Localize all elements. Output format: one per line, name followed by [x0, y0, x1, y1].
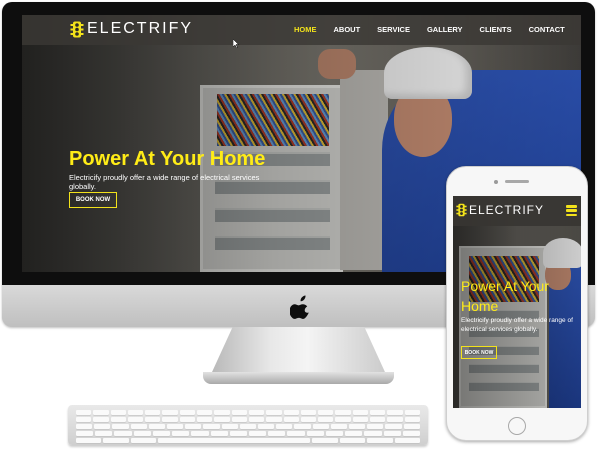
- device-mockup-stage: ELECTRIFY HOME ABOUT SERVICE GALLERY CLI…: [0, 0, 600, 450]
- brand-logo[interactable]: ELECTRIFY: [70, 20, 193, 38]
- nav-item-home[interactable]: HOME: [294, 25, 317, 34]
- mobile-website-screen: ELECTRIFY Power At Your Home Electricify…: [453, 196, 581, 408]
- nav-item-about[interactable]: ABOUT: [334, 25, 361, 34]
- nav-item-service[interactable]: SERVICE: [377, 25, 410, 34]
- keyboard-row: [76, 438, 421, 443]
- mobile-book-now-button[interactable]: BOOK NOW: [461, 346, 497, 359]
- nav-item-gallery[interactable]: GALLERY: [427, 25, 463, 34]
- keyboard-row: [76, 417, 420, 422]
- mobile-brand-name: ELECTRIFY: [469, 203, 545, 217]
- mobile-hero-description: Electricify proudly offer a wide range o…: [461, 317, 573, 333]
- keyboard-row: [76, 424, 420, 429]
- nav-item-contact[interactable]: CONTACT: [529, 25, 565, 34]
- hero-title: Power At Your Home: [69, 148, 266, 170]
- iphone: ELECTRIFY Power At Your Home Electricify…: [446, 166, 588, 441]
- mobile-hero-title: Power At Your Home: [461, 278, 549, 314]
- imac-stand-base: [203, 372, 394, 384]
- home-button[interactable]: [508, 417, 526, 435]
- main-nav: HOME ABOUT SERVICE GALLERY CLIENTS CONTA…: [294, 25, 581, 34]
- keyboard: [68, 405, 428, 445]
- traffic-light-icon: [70, 21, 84, 37]
- mobile-brand-logo[interactable]: ELECTRIFY: [456, 203, 544, 217]
- nav-item-clients[interactable]: CLIENTS: [480, 25, 512, 34]
- brand-name: ELECTRIFY: [87, 20, 194, 37]
- keyboard-row: [76, 410, 420, 415]
- book-now-button[interactable]: BOOK NOW: [69, 192, 117, 208]
- hero-description: Electricify proudly offer a wide range o…: [69, 173, 260, 191]
- apple-icon: [290, 295, 309, 319]
- phone-speaker: [505, 180, 529, 183]
- mobile-navigation-bar: ELECTRIFY: [453, 196, 581, 226]
- front-camera: [494, 180, 498, 184]
- traffic-light-icon: [456, 203, 467, 217]
- top-navigation-bar: ELECTRIFY HOME ABOUT SERVICE GALLERY CLI…: [22, 15, 581, 45]
- keyboard-row: [76, 431, 420, 436]
- hamburger-menu-icon[interactable]: [566, 205, 577, 216]
- mouse-cursor-icon: [233, 39, 239, 48]
